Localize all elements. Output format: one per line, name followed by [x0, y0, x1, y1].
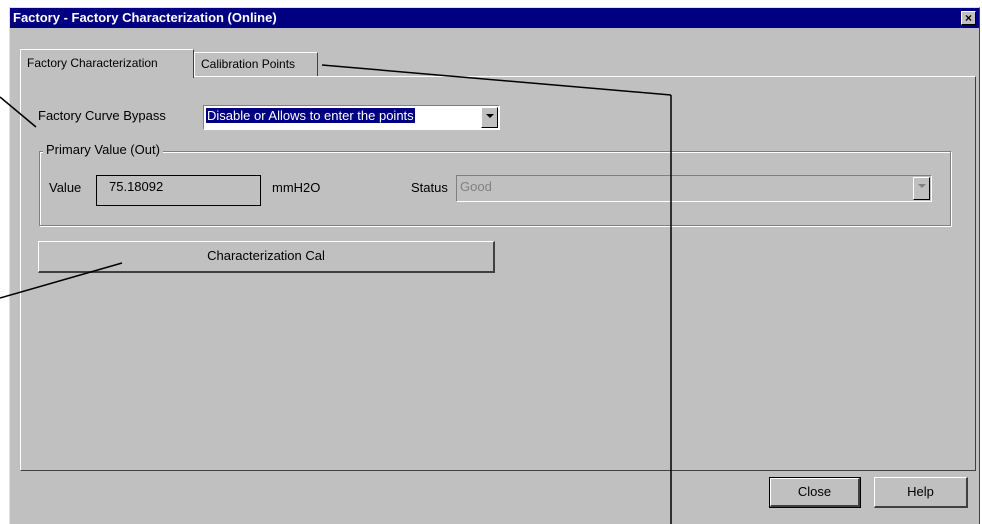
close-button-label: Close [797, 484, 832, 499]
primary-value-group-title: Primary Value (Out) [43, 142, 163, 157]
dialog-window: Factory - Factory Characterization (Onli… [9, 7, 980, 524]
characterization-cal-label: Characterization Cal [207, 248, 325, 263]
tab-label: Factory Characterization [27, 56, 158, 70]
help-button[interactable]: Help [874, 477, 968, 508]
unit-label: mmH2O [272, 180, 321, 195]
title-bar[interactable]: Factory - Factory Characterization (Onli… [10, 8, 979, 28]
tab-factory-characterization[interactable]: Factory Characterization [20, 49, 194, 78]
factory-curve-bypass-value: Disable or Allows to enter the points [206, 108, 415, 123]
close-icon[interactable]: × [961, 11, 976, 25]
chevron-down-icon[interactable] [913, 177, 930, 200]
value-text: 75.18092 [109, 179, 164, 194]
tab-calibration-points[interactable]: Calibration Points [194, 52, 318, 76]
chevron-down-icon[interactable] [481, 107, 498, 128]
window-title: Factory - Factory Characterization (Onli… [13, 10, 277, 25]
tab-label: Calibration Points [201, 57, 296, 71]
close-button[interactable]: Close [769, 477, 861, 508]
tab-panel: Factory Curve Bypass Disable or Allows t… [20, 76, 976, 471]
value-label: Value [49, 180, 82, 195]
status-value: Good [460, 179, 492, 194]
status-label: Status [411, 180, 448, 195]
status-select[interactable]: Good [456, 175, 932, 202]
value-field: 75.18092 [96, 175, 261, 206]
factory-curve-bypass-select[interactable]: Disable or Allows to enter the points [203, 105, 500, 130]
help-button-label: Help [907, 484, 934, 499]
characterization-cal-button[interactable]: Characterization Cal [38, 241, 495, 273]
factory-curve-bypass-label: Factory Curve Bypass [38, 108, 166, 123]
